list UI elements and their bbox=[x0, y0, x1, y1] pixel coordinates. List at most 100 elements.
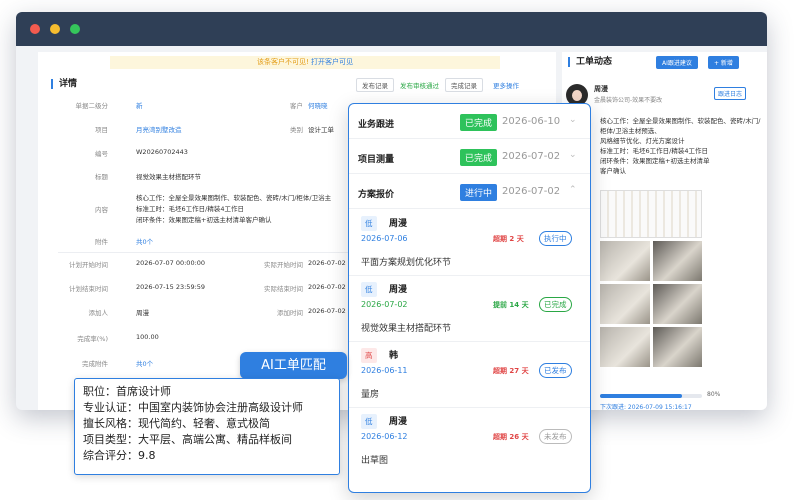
field-label: 计划开始时间 bbox=[69, 261, 108, 269]
approve-button[interactable]: 发布审核通过 bbox=[398, 79, 441, 91]
task-days: 超期 27 天 bbox=[493, 367, 529, 375]
feed-line: 客户确认 bbox=[600, 167, 626, 175]
ai-match-badge[interactable]: AI工单匹配 bbox=[240, 352, 347, 379]
stage-name: 业务跟进 bbox=[358, 120, 395, 130]
stage-row[interactable]: 方案报价 进行中 2026-07-02 ⌃ bbox=[349, 174, 590, 209]
task-days: 提前 14 天 bbox=[493, 301, 529, 309]
field-label: 客户 bbox=[290, 102, 303, 110]
field-label: 实际开始时间 bbox=[264, 261, 303, 269]
minimize-window-dot[interactable] bbox=[50, 24, 60, 34]
enable-visibility-link[interactable]: 打开客户可见 bbox=[311, 58, 353, 66]
task-status-badge: 未发布 bbox=[539, 429, 572, 444]
field-label: 项目 bbox=[95, 126, 108, 134]
render-image[interactable] bbox=[600, 327, 650, 367]
render-image[interactable] bbox=[600, 284, 650, 324]
stage-name: 方案报价 bbox=[358, 190, 395, 200]
profile-line: 专业认证：中国室内装饰协会注册高级设计师 bbox=[83, 401, 303, 414]
task-status-badge: 已完成 bbox=[539, 297, 572, 312]
stage-date: 2026-07-02 bbox=[502, 151, 561, 162]
task-date: 2026-06-12 bbox=[361, 432, 408, 441]
field-label: 类别 bbox=[290, 126, 303, 134]
profile-line: 职位：首席设计师 bbox=[83, 385, 171, 398]
user-name: 周漫 bbox=[594, 85, 608, 93]
daily-log-button[interactable]: 跟进日志 bbox=[714, 87, 747, 100]
priority-badge: 高 bbox=[361, 348, 377, 363]
attachment-link[interactable]: 共0个 bbox=[136, 236, 153, 246]
field-value: 100.00 bbox=[136, 333, 159, 341]
task-status-badge: 执行中 bbox=[539, 231, 572, 246]
publish-log-button[interactable]: 发布记录 bbox=[356, 78, 394, 92]
stage-name: 项目测量 bbox=[358, 155, 395, 165]
customer-link[interactable]: 何晓晓 bbox=[308, 100, 328, 110]
task-item[interactable]: 高 韩 2026-06-11 超期 27 天 已发布 量房 bbox=[349, 342, 590, 408]
floorplan-image[interactable] bbox=[600, 190, 702, 238]
activity-text: 核心工作：全屋全景效果图制作、软装配色、瓷砖/木门/柜体/卫浴主材预选、 风格细… bbox=[600, 116, 765, 176]
field-value: 设计工单 bbox=[308, 126, 334, 134]
field-label: 计划结束时间 bbox=[69, 285, 108, 293]
task-days: 超期 26 天 bbox=[493, 433, 529, 441]
banner-warning: 该条客户不可见! bbox=[256, 58, 309, 66]
priority-badge: 低 bbox=[361, 216, 377, 231]
stage-row[interactable]: 项目测量 已完成 2026-07-02 ⌄ bbox=[349, 139, 590, 174]
ai-suggest-button[interactable]: AI跟进建议 bbox=[656, 56, 698, 69]
field-label: 实际结束时间 bbox=[264, 285, 303, 293]
content-line: 核心工作：全屋全景效果图制作、软装配色、瓷砖/木门/柜体/卫浴主 bbox=[136, 194, 332, 202]
field-value: 2026-07-15 23:59:59 bbox=[136, 283, 206, 291]
render-image[interactable] bbox=[652, 241, 702, 281]
activity-panel: 工单动态 AI跟进建议 + 新增 周漫 金晨装饰公司-效果不要改 跟进日志 核心… bbox=[562, 52, 767, 410]
feed-line: 闭环条件：效果图定稿+初选主材清单 bbox=[600, 157, 710, 165]
project-link[interactable]: 月亮湾别墅改造 bbox=[136, 124, 182, 134]
field-label: 添加人 bbox=[88, 309, 109, 317]
task-status-badge: 已发布 bbox=[539, 363, 572, 378]
task-item[interactable]: 低 周漫 2026-06-12 超期 26 天 未发布 出草图 bbox=[349, 408, 590, 474]
task-assignee: 韩 bbox=[389, 351, 399, 361]
stage-date: 2026-06-10 bbox=[502, 116, 561, 127]
field-value: 2026-07-07 00:00:00 bbox=[136, 259, 206, 267]
render-image[interactable] bbox=[600, 241, 650, 281]
title-bar bbox=[16, 12, 767, 46]
task-desc: 平面方案规划优化环节 bbox=[361, 258, 452, 268]
section-title: 详情 bbox=[51, 79, 77, 89]
field-value: 视觉效果主材搭配环节 bbox=[136, 173, 201, 181]
task-days: 超期 2 天 bbox=[493, 235, 524, 243]
feed-line: 风格细节优化、灯光方案设计 bbox=[600, 137, 685, 145]
close-window-dot[interactable] bbox=[30, 24, 40, 34]
task-assignee: 周漫 bbox=[389, 285, 408, 295]
render-image[interactable] bbox=[652, 327, 702, 367]
completion-log-button[interactable]: 完成记录 bbox=[445, 78, 483, 92]
field-value: 周漫 bbox=[136, 309, 149, 317]
image-gallery bbox=[600, 190, 702, 367]
workflow-card: 业务跟进 已完成 2026-06-10 ⌄ 项目测量 已完成 2026-07-0… bbox=[348, 103, 591, 493]
completion-attachment-link[interactable]: 共0个 bbox=[136, 358, 153, 368]
profile-line: 综合评分：9.8 bbox=[83, 449, 156, 462]
priority-badge: 低 bbox=[361, 414, 377, 429]
field-label: 附件 bbox=[95, 238, 108, 246]
chevron-down-icon[interactable]: ⌄ bbox=[569, 150, 577, 160]
progress-percent: 80% bbox=[707, 391, 721, 398]
next-followup: 下次跟进: 2026-07-09 15:16:17 bbox=[600, 404, 692, 410]
maximize-window-dot[interactable] bbox=[70, 24, 80, 34]
field-label: 添加时间 bbox=[277, 309, 303, 317]
field-value: W20260702443 bbox=[136, 148, 188, 156]
add-button[interactable]: + 新增 bbox=[708, 56, 739, 69]
stage-status-badge: 已完成 bbox=[460, 114, 498, 131]
profile-line: 项目类型：大平层、高端公寓、精品样板间 bbox=[83, 433, 292, 446]
content-line: 闭环条件：效果图定稿+初选主材清单客户确认 bbox=[136, 216, 272, 224]
progress-bar bbox=[600, 394, 702, 398]
chevron-up-icon[interactable]: ⌃ bbox=[569, 185, 577, 195]
designer-profile-card: 职位：首席设计师 专业认证：中国室内装饰协会注册高级设计师 擅长风格：现代简约、… bbox=[74, 378, 340, 475]
render-image[interactable] bbox=[652, 284, 702, 324]
profile-line: 擅长风格：现代简约、轻奢、意式极简 bbox=[83, 417, 270, 430]
more-actions-link[interactable]: 更多操作 bbox=[493, 80, 519, 90]
task-assignee: 周漫 bbox=[389, 417, 408, 427]
stage-row[interactable]: 业务跟进 已完成 2026-06-10 ⌄ bbox=[349, 104, 590, 139]
field-value[interactable]: 新 bbox=[136, 100, 143, 110]
stage-status-badge: 已完成 bbox=[460, 149, 498, 166]
visibility-banner: 该条客户不可见! 打开客户可见 bbox=[110, 56, 500, 69]
feed-line: 标准工时：毛坯6工作日/精装4工作日 bbox=[600, 147, 708, 155]
task-item[interactable]: 低 周漫 2026-07-06 超期 2 天 执行中 平面方案规划优化环节 bbox=[349, 210, 590, 276]
chevron-down-icon[interactable]: ⌄ bbox=[569, 115, 577, 125]
task-item[interactable]: 低 周漫 2026-07-02 提前 14 天 已完成 视觉效果主材搭配环节 bbox=[349, 276, 590, 342]
stage-status-badge: 进行中 bbox=[460, 184, 498, 201]
divider bbox=[58, 252, 358, 253]
